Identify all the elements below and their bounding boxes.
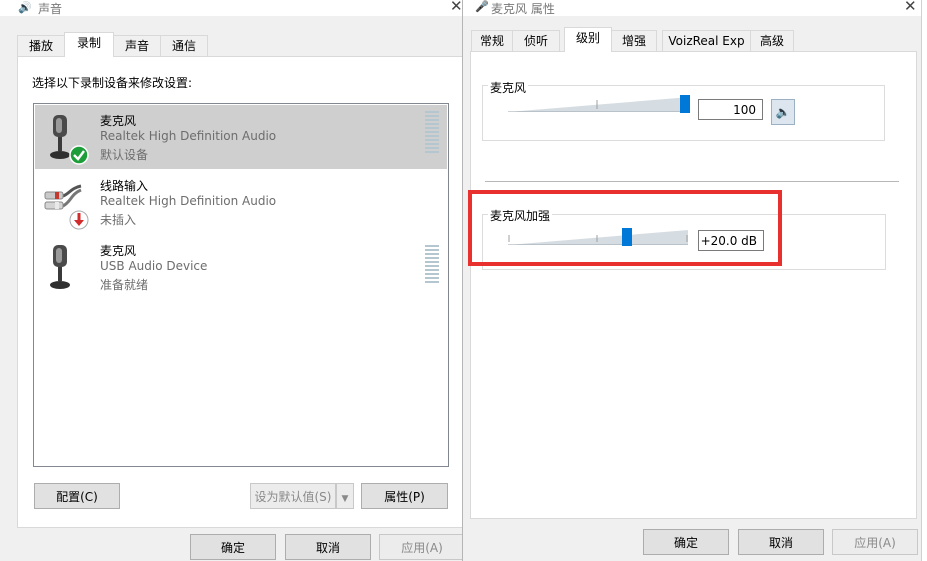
unplugged-arrow-badge-icon [69,210,89,230]
tab-general[interactable]: 常规 [471,30,513,52]
device-status: 默认设备 [100,148,149,162]
speaker-app-icon: 🔊 [18,1,32,14]
device-driver: Realtek High Definition Audio [100,129,277,143]
set-default-dropdown[interactable]: ▼ [336,483,354,509]
cancel-button[interactable]: 取消 [285,534,371,560]
props-cancel-button[interactable]: 取消 [738,529,824,555]
microphone-icon [47,243,73,291]
list-item-device-mic-realtek[interactable]: 麦克风 Realtek High Definition Audio 默认设备 [35,105,447,169]
mic-level-value-input[interactable]: 100 [698,99,763,120]
mic-properties-dialog: 🎤 麦克风 属性 ✕ 常规 侦听 级别 增强 VoizReal Exp 高级 麦… [462,0,927,561]
sound-close-icon[interactable]: ✕ [450,0,462,15]
tab-recording[interactable]: 录制 [64,32,114,57]
tab-voizreal-exp[interactable]: VoizReal Exp [662,30,751,52]
device-driver: Realtek High Definition Audio [100,194,277,208]
background-window-edge [921,0,927,561]
list-item-device-mic-usb[interactable]: 麦克风 USB Audio Device 准备就绪 [35,235,447,299]
recording-panel: 选择以下录制设备来修改设置: 麦克风 Realtek High Definiti… [17,56,462,528]
speaker-icon: 🔈 [775,105,791,119]
device-status: 准备就绪 [100,278,149,292]
device-driver: USB Audio Device [100,259,208,273]
props-close-icon[interactable]: ✕ [904,0,917,15]
props-window-title: 麦克风 属性 [491,2,555,16]
separator-line [485,181,899,182]
sound-titlebar: 🔊 声音 ✕ [0,0,462,16]
tab-communications[interactable]: 通信 [160,35,208,57]
device-name: 麦克风 [100,114,137,128]
default-check-badge-icon [69,145,89,165]
apply-button[interactable]: 应用(A) [379,534,462,560]
list-item-device-line-in[interactable]: 线路输入 Realtek High Definition Audio 未插入 [35,170,447,234]
level-meter [425,245,439,285]
ok-button[interactable]: 确定 [190,534,276,560]
configure-button[interactable]: 配置(C) [34,483,120,509]
props-apply-button[interactable]: 应用(A) [832,529,918,555]
mic-level-label: 麦克风 [488,79,529,96]
sound-window-title: 声音 [38,2,63,16]
tab-enhancements[interactable]: 增强 [611,30,657,52]
device-name: 线路输入 [100,179,149,193]
tab-sounds[interactable]: 声音 [113,35,161,57]
device-list[interactable]: 麦克风 Realtek High Definition Audio 默认设备 线… [33,103,449,467]
tab-playback[interactable]: 播放 [17,35,65,57]
levels-panel: 麦克风 100 🔈 麦克风加强 +20.0 dB [470,51,917,519]
device-name: 麦克风 [100,244,137,258]
props-ok-button[interactable]: 确定 [643,529,729,555]
mic-level-thumb[interactable] [680,95,690,113]
tab-advanced[interactable]: 高级 [750,30,794,52]
mic-mute-button[interactable]: 🔈 [771,99,795,125]
device-status: 未插入 [100,213,137,227]
tab-listen[interactable]: 侦听 [512,30,560,52]
microphone-app-icon: 🎤 [475,0,489,13]
slider-wedge [508,97,690,113]
props-titlebar: 🎤 麦克风 属性 ✕ [463,0,927,16]
sound-dialog: 🔊 声音 ✕ 播放 录制 声音 通信 选择以下录制设备来修改设置: 麦克风 Re… [0,0,462,561]
set-default-button[interactable]: 设为默认值(S) [250,483,336,509]
mic-level-group [482,85,885,141]
level-meter [425,111,439,155]
tab-levels[interactable]: 级别 [564,27,612,52]
mic-level-slider[interactable] [508,95,690,113]
chevron-down-icon: ▼ [341,494,349,504]
properties-button[interactable]: 属性(P) [361,483,448,509]
recording-instruction: 选择以下录制设备来修改设置: [32,76,193,90]
highlight-annotation-box [468,190,782,266]
